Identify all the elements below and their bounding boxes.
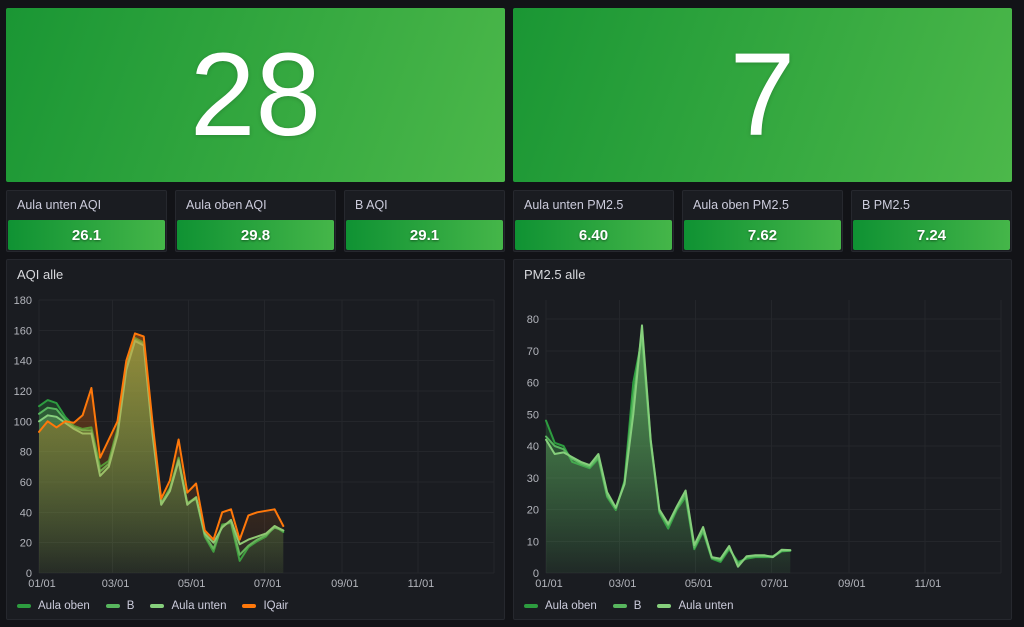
svg-text:07/01: 07/01 <box>761 578 789 588</box>
legend-series-label: Aula unten <box>171 600 226 612</box>
legend-series-label: B <box>127 600 135 612</box>
legend-series-label: B <box>634 600 642 612</box>
legend-series-label: Aula oben <box>545 600 597 612</box>
panel-pm25-alle: PM2.5 alle 0102030405060708001/0103/0105… <box>513 259 1012 620</box>
stat-panel-b-pm25: B PM2.5 7.24 <box>851 190 1012 252</box>
svg-text:20: 20 <box>20 538 32 550</box>
svg-text:180: 180 <box>14 295 32 307</box>
legend-item-aula-oben[interactable]: Aula oben <box>17 600 90 612</box>
big-stat-pm25-panel: 7 <box>513 8 1012 182</box>
chart-legend: Aula oben B Aula unten IQair <box>17 600 288 612</box>
chart-legend: Aula oben B Aula unten <box>524 600 733 612</box>
aqi-alle-chart[interactable]: 02040608010012014016018001/0103/0105/010… <box>7 286 504 588</box>
legend-series-swatch-icon <box>242 604 256 608</box>
svg-text:60: 60 <box>527 378 539 390</box>
stat-title: Aula oben PM2.5 <box>683 191 842 212</box>
x-axis-labels: 01/01 03/01 05/01 07/01 09/01 11/01 <box>28 578 434 588</box>
stat-value-bar: 6.40 <box>515 220 672 250</box>
stat-value: 26.1 <box>72 227 101 244</box>
big-stat-aqi-panel: 28 <box>6 8 505 182</box>
legend-series-swatch-icon <box>657 604 671 608</box>
legend-series-label: Aula unten <box>678 600 733 612</box>
svg-text:05/01: 05/01 <box>685 578 713 588</box>
legend-item-aula-unten[interactable]: Aula unten <box>657 600 733 612</box>
big-stat-aqi-value: 28 <box>190 36 321 154</box>
svg-text:80: 80 <box>20 447 32 459</box>
svg-text:160: 160 <box>14 325 32 337</box>
dashboard: 28 7 Aula unten AQI 26.1 Aula oben AQI 2… <box>0 0 1024 627</box>
legend-series-swatch-icon <box>150 604 164 608</box>
stat-value-bar: 29.8 <box>177 220 334 250</box>
svg-text:09/01: 09/01 <box>838 578 866 588</box>
stat-panel-aula-oben-aqi: Aula oben AQI 29.8 <box>175 190 336 252</box>
y-axis-labels: 01020304050607080 <box>527 314 539 580</box>
stat-value-bar: 29.1 <box>346 220 503 250</box>
svg-text:03/01: 03/01 <box>102 578 130 588</box>
svg-text:40: 40 <box>527 441 539 453</box>
stat-panel-aula-unten-aqi: Aula unten AQI 26.1 <box>6 190 167 252</box>
big-stat-pm25-value: 7 <box>730 36 796 154</box>
stat-title: B AQI <box>345 191 504 212</box>
stat-title: Aula unten PM2.5 <box>514 191 673 212</box>
legend-item-aula-oben[interactable]: Aula oben <box>524 600 597 612</box>
svg-text:40: 40 <box>20 507 32 519</box>
stat-title: Aula oben AQI <box>176 191 335 212</box>
series-iqair <box>39 333 283 573</box>
stat-value: 29.8 <box>241 227 270 244</box>
legend-item-b[interactable]: B <box>106 600 135 612</box>
stat-title: B PM2.5 <box>852 191 1011 212</box>
svg-text:120: 120 <box>14 386 32 398</box>
legend-item-aula-unten[interactable]: Aula unten <box>150 600 226 612</box>
stat-value: 29.1 <box>410 227 439 244</box>
svg-text:10: 10 <box>527 536 539 548</box>
legend-item-iqair[interactable]: IQair <box>242 600 288 612</box>
svg-text:03/01: 03/01 <box>609 578 637 588</box>
panel-aqi-alle: AQI alle 02040608010012014016018001/0103… <box>6 259 505 620</box>
legend-series-swatch-icon <box>106 604 120 608</box>
legend-series-swatch-icon <box>17 604 31 608</box>
svg-text:80: 80 <box>527 314 539 326</box>
big-stats-row: 28 7 <box>6 8 1012 182</box>
stat-value-bar: 26.1 <box>8 220 165 250</box>
svg-text:100: 100 <box>14 416 32 428</box>
legend-item-b[interactable]: B <box>613 600 642 612</box>
svg-text:30: 30 <box>527 473 539 485</box>
chart-title: AQI alle <box>7 260 504 284</box>
svg-text:140: 140 <box>14 356 32 368</box>
pm25-alle-chart[interactable]: 0102030405060708001/0103/0105/0107/0109/… <box>514 286 1011 588</box>
svg-text:60: 60 <box>20 477 32 489</box>
svg-text:01/01: 01/01 <box>535 578 563 588</box>
stat-value: 7.62 <box>748 227 777 244</box>
svg-text:09/01: 09/01 <box>331 578 359 588</box>
legend-series-label: IQair <box>263 600 288 612</box>
legend-series-swatch-icon <box>613 604 627 608</box>
svg-text:05/01: 05/01 <box>178 578 206 588</box>
svg-text:11/01: 11/01 <box>915 578 942 588</box>
stat-value-bar: 7.24 <box>853 220 1010 250</box>
stat-panels-row: Aula unten AQI 26.1 Aula oben AQI 29.8 B… <box>6 190 1012 252</box>
stat-value-bar: 7.62 <box>684 220 841 250</box>
svg-text:07/01: 07/01 <box>254 578 282 588</box>
stat-value: 6.40 <box>579 227 608 244</box>
stat-panel-aula-oben-pm25: Aula oben PM2.5 7.62 <box>682 190 843 252</box>
x-axis-labels: 01/01 03/01 05/01 07/01 09/01 11/01 <box>535 578 941 588</box>
series-aula-unten <box>546 325 790 573</box>
stat-panel-b-aqi: B AQI 29.1 <box>344 190 505 252</box>
svg-text:50: 50 <box>527 409 539 421</box>
legend-series-swatch-icon <box>524 604 538 608</box>
stat-value: 7.24 <box>917 227 946 244</box>
legend-series-label: Aula oben <box>38 600 90 612</box>
chart-title: PM2.5 alle <box>514 260 1011 284</box>
svg-text:11/01: 11/01 <box>408 578 435 588</box>
stat-title: Aula unten AQI <box>7 191 166 212</box>
charts-row: AQI alle 02040608010012014016018001/0103… <box>6 259 1012 620</box>
svg-text:01/01: 01/01 <box>28 578 56 588</box>
stat-panel-aula-unten-pm25: Aula unten PM2.5 6.40 <box>513 190 674 252</box>
svg-text:70: 70 <box>527 346 539 358</box>
svg-text:20: 20 <box>527 505 539 517</box>
y-axis-labels: 020406080100120140160180 <box>14 295 32 580</box>
